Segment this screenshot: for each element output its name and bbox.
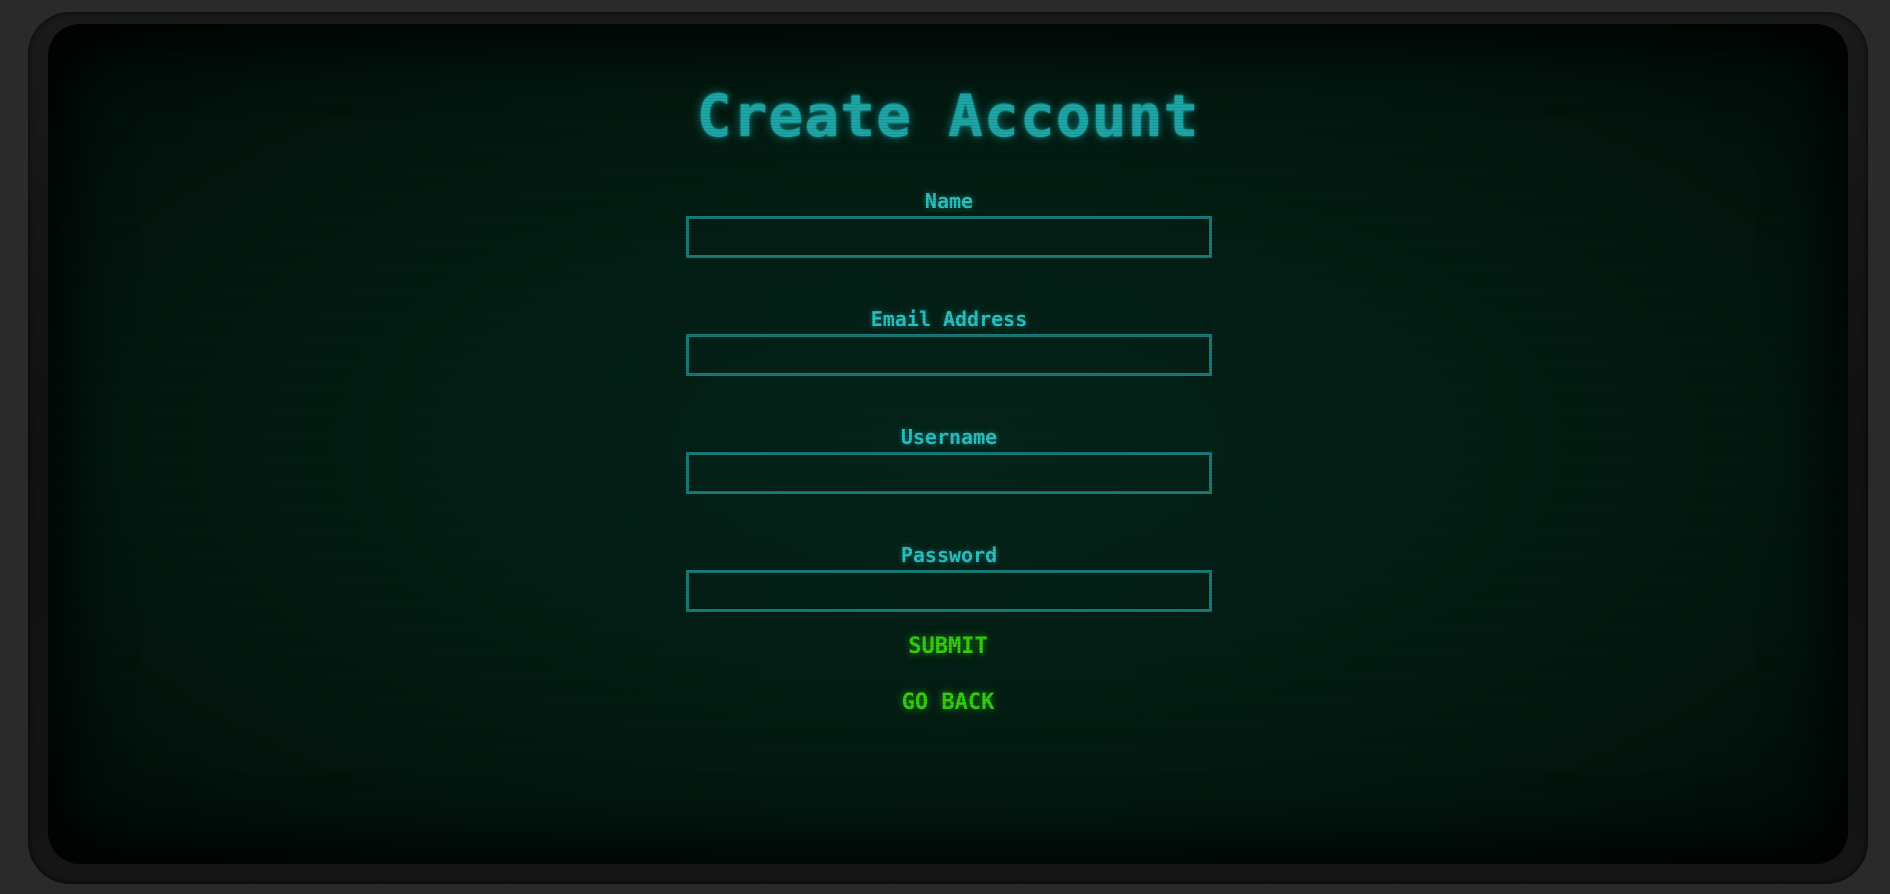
email-input[interactable]	[686, 334, 1212, 376]
name-field-group: Name	[686, 188, 1212, 302]
create-account-form: Name Email Address Username Password	[686, 184, 1212, 656]
name-input[interactable]	[686, 216, 1212, 258]
username-field-group: Username	[686, 424, 1212, 538]
submit-button[interactable]: SUBMIT	[908, 634, 987, 659]
email-field-group: Email Address	[686, 306, 1212, 420]
monitor-bezel: Create Account Name Email Address Userna…	[28, 12, 1868, 884]
email-label: Email Address	[870, 307, 1028, 331]
go-back-button[interactable]: GO BACK	[902, 690, 995, 715]
name-label: Name	[924, 189, 974, 213]
submit-row: SUBMIT	[48, 634, 1848, 659]
go-back-row: GO BACK	[48, 690, 1848, 715]
username-input[interactable]	[686, 452, 1212, 494]
page-title: Create Account	[696, 82, 1200, 150]
crt-screen: Create Account Name Email Address Userna…	[48, 24, 1848, 864]
password-label: Password	[900, 543, 998, 567]
password-input[interactable]	[686, 570, 1212, 612]
username-label: Username	[900, 425, 998, 449]
